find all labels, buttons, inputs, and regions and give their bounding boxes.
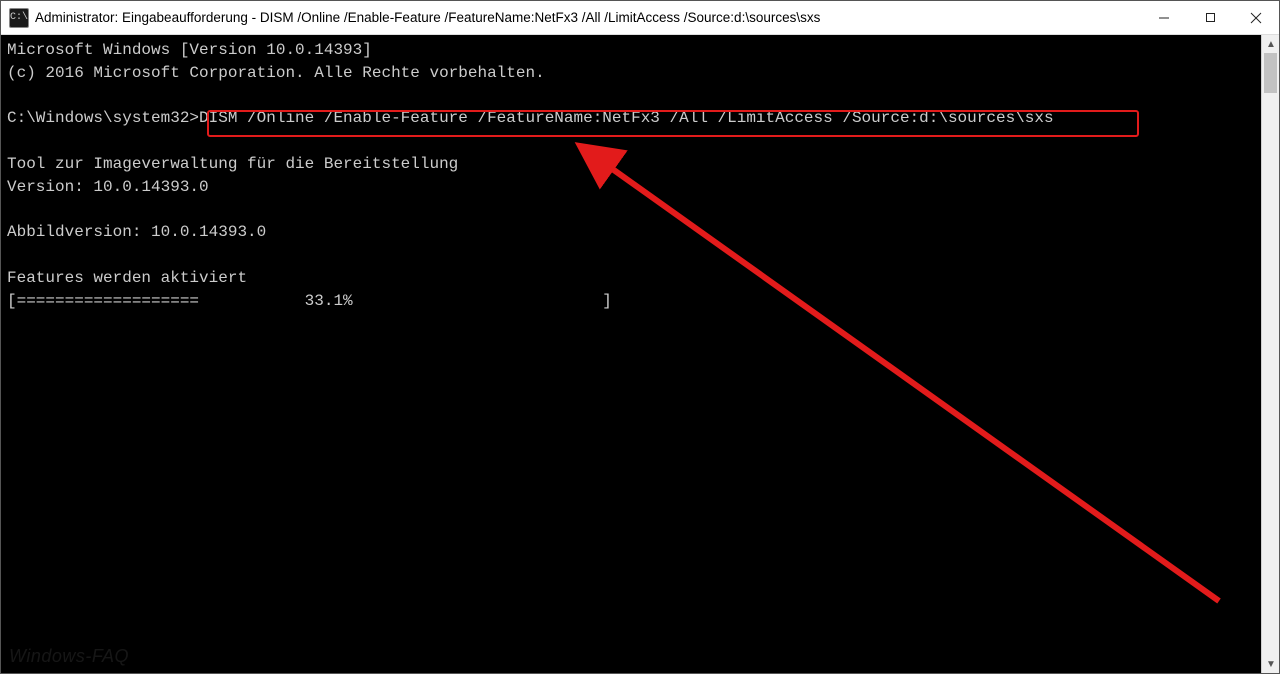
cmd-icon: C:\ [9,8,29,28]
window-controls [1141,1,1279,34]
command-text: DISM /Online /Enable-Feature /FeatureNam… [199,109,1054,127]
close-icon [1250,12,1262,24]
terminal-output[interactable]: Microsoft Windows [Version 10.0.14393] (… [1,35,1279,673]
terminal-line: Version: 10.0.14393.0 [7,178,209,196]
terminal-line: Features werden aktiviert [7,269,247,287]
terminal-line: Microsoft Windows [Version 10.0.14393] [7,41,372,59]
terminal-line: (c) 2016 Microsoft Corporation. Alle Rec… [7,64,545,82]
terminal-line: Abbildversion: 10.0.14393.0 [7,223,266,241]
window-title: Administrator: Eingabeaufforderung - DIS… [35,10,1141,25]
minimize-button[interactable] [1141,1,1187,34]
scroll-up-icon[interactable]: ▲ [1262,35,1280,53]
cmd-window: C:\ Administrator: Eingabeaufforderung -… [0,0,1280,674]
scrollbar[interactable]: ▲ ▼ [1261,35,1279,673]
close-button[interactable] [1233,1,1279,34]
maximize-icon [1205,12,1216,23]
scroll-down-icon[interactable]: ▼ [1262,655,1280,673]
minimize-icon [1158,12,1170,24]
prompt: C:\Windows\system32> [7,109,199,127]
scroll-thumb[interactable] [1264,53,1277,93]
title-bar[interactable]: C:\ Administrator: Eingabeaufforderung -… [1,1,1279,35]
terminal-line: Tool zur Imageverwaltung für die Bereits… [7,155,458,173]
progress-bar: [=================== 33.1% ] [7,292,612,310]
maximize-button[interactable] [1187,1,1233,34]
